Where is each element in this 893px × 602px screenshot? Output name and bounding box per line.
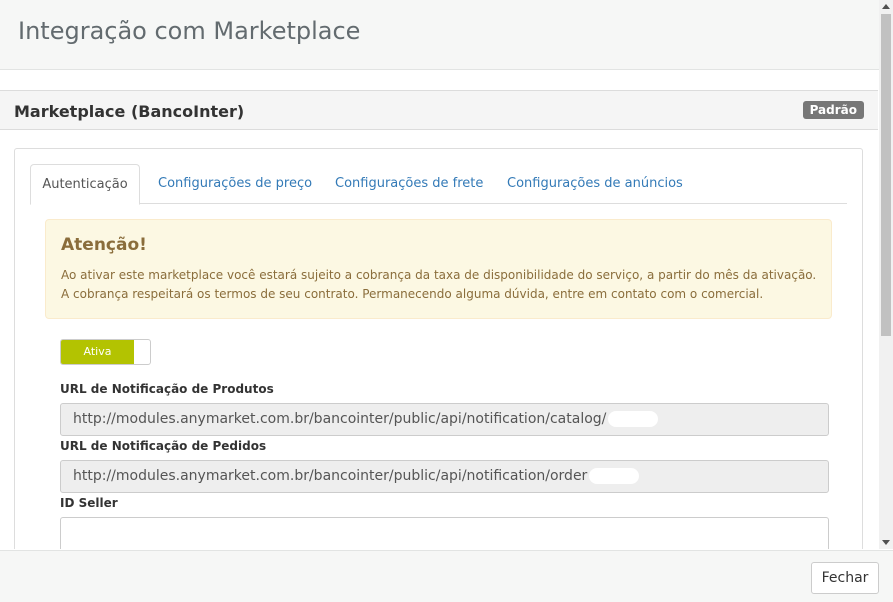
tab-bar: Autenticação Configurações de preço Conf… [30, 164, 847, 205]
vertical-scrollbar[interactable] [879, 0, 893, 549]
warning-alert: Atenção! Ao ativar este marketplace você… [45, 219, 832, 319]
tab-authentication[interactable]: Autenticação [30, 164, 140, 205]
modal-body[interactable]: Marketplace (BancoInter) Padrão Autentic… [0, 70, 879, 549]
products-url-label: URL de Notificação de Produtos [60, 382, 274, 396]
scrollbar-thumb[interactable] [881, 14, 891, 336]
modal-footer: Fechar [0, 550, 893, 602]
redacted-mark [589, 468, 640, 484]
active-toggle[interactable]: Ativa [60, 339, 151, 365]
marketplace-panel: Marketplace (BancoInter) Padrão Autentic… [0, 90, 878, 549]
seller-id-label: ID Seller [60, 496, 118, 510]
toggle-on-label: Ativa [61, 340, 134, 364]
scroll-down-arrow-icon[interactable] [882, 540, 890, 545]
panel-content: Autenticação Configurações de preço Conf… [14, 148, 863, 549]
modal-title: Integração com Marketplace [18, 17, 361, 45]
orders-url-field[interactable]: http://modules.anymarket.com.br/bancoint… [60, 460, 829, 493]
products-url-field[interactable]: http://modules.anymarket.com.br/bancoint… [60, 403, 829, 436]
panel-title: Marketplace (BancoInter) [14, 102, 245, 121]
orders-url-label: URL de Notificação de Pedidos [60, 439, 267, 453]
alert-text-line-1: Ao ativar este marketplace você estará s… [61, 268, 817, 282]
panel-header: Marketplace (BancoInter) Padrão [0, 91, 878, 130]
redacted-mark [608, 411, 659, 427]
scroll-up-arrow-icon[interactable] [882, 4, 890, 9]
seller-id-input[interactable] [60, 517, 829, 549]
default-badge: Padrão [802, 101, 864, 119]
close-button[interactable]: Fechar [811, 562, 879, 594]
alert-title: Atenção! [61, 235, 147, 255]
products-url-value: http://modules.anymarket.com.br/bancoint… [73, 411, 607, 427]
modal-header: Integração com Marketplace [0, 0, 879, 70]
tab-listing-settings[interactable]: Configurações de anúncios [507, 164, 683, 203]
tab-shipping-settings[interactable]: Configurações de frete [335, 164, 483, 203]
orders-url-value: http://modules.anymarket.com.br/bancoint… [73, 468, 588, 484]
alert-text-line-2: A cobrança respeitará os termos de seu c… [61, 287, 764, 301]
tab-price-settings[interactable]: Configurações de preço [158, 164, 312, 203]
